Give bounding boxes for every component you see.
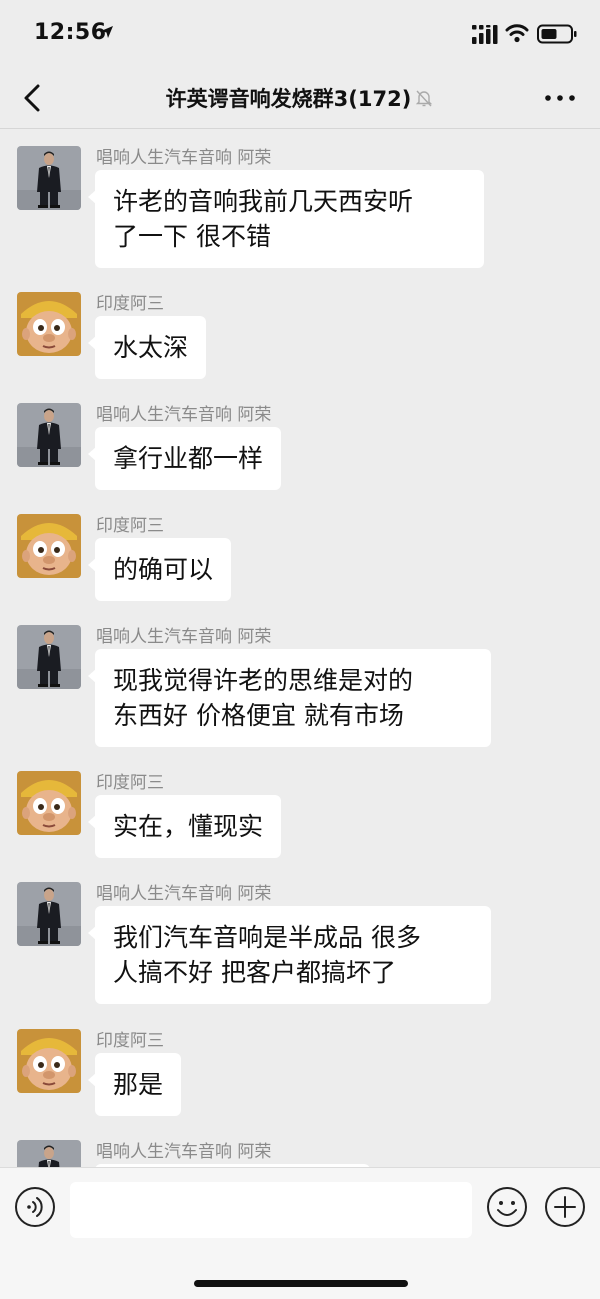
plus-icon[interactable] [544,1186,586,1228]
avatar[interactable] [17,625,81,689]
avatar[interactable] [17,1029,81,1093]
avatar-cartoon-image [17,292,81,356]
chat-header: 许英谔音响发烧群3(172) [0,70,600,129]
sender-name: 印度阿三 [96,1031,164,1051]
battery-icon [537,24,577,44]
chat-input-bar [0,1167,600,1299]
avatar-man-image [17,146,81,210]
sender-name: 唱响人生汽车音响 阿荣 [96,627,272,647]
chat-title: 许英谔音响发烧群3(172) [0,83,600,113]
sender-name: 唱响人生汽车音响 阿荣 [96,1142,272,1162]
avatar[interactable] [17,771,81,835]
avatar-cartoon-image [17,771,81,835]
sender-name: 唱响人生汽车音响 阿荣 [96,884,272,904]
avatar[interactable] [17,403,81,467]
cellular-signal-icon [472,25,498,44]
status-bar: 12:56 [0,0,600,70]
home-indicator[interactable] [194,1280,408,1287]
message-bubble[interactable]: 水太深 [87,316,207,379]
sender-name: 唱响人生汽车音响 阿荣 [96,148,272,168]
sender-name: 印度阿三 [96,516,164,536]
wifi-icon [505,24,529,43]
message-bubble[interactable]: 我们汽车音响是半成品 很多 人搞不好 把客户都搞坏了 [88,906,491,1004]
more-options-icon[interactable] [540,82,580,114]
message-bubble[interactable]: 的确可以 [87,538,232,601]
message-bubble[interactable]: 拿行业都一样 [87,427,282,490]
message-bubble[interactable]: 实在，懂现实 [87,795,282,858]
location-arrow-icon [101,26,113,38]
sender-name: 唱响人生汽车音响 阿荣 [96,405,272,425]
sender-name: 印度阿三 [96,773,164,793]
voice-input-icon[interactable] [14,1186,56,1228]
message-bubble[interactable]: 现我觉得许老的思维是对的 东西好 价格便宜 就有市场 [88,649,491,747]
group-name: 许英谔音响发烧群3(172) [165,87,412,111]
avatar[interactable] [17,146,81,210]
avatar-cartoon-image [17,1029,81,1093]
emoji-icon[interactable] [486,1186,528,1228]
status-time: 12:56 [34,20,107,45]
message-input[interactable] [70,1182,472,1238]
message-bubble[interactable]: 许老的音响我前几天西安听 了一下 很不错 [88,170,484,268]
avatar[interactable] [17,514,81,578]
avatar[interactable] [17,882,81,946]
avatar-man-image [17,882,81,946]
avatar-man-image [17,403,81,467]
avatar-cartoon-image [17,514,81,578]
avatar[interactable] [17,292,81,356]
sender-name: 印度阿三 [96,294,164,314]
mute-bell-icon [416,90,433,107]
message-bubble[interactable]: 那是 [87,1053,182,1116]
avatar-man-image [17,625,81,689]
